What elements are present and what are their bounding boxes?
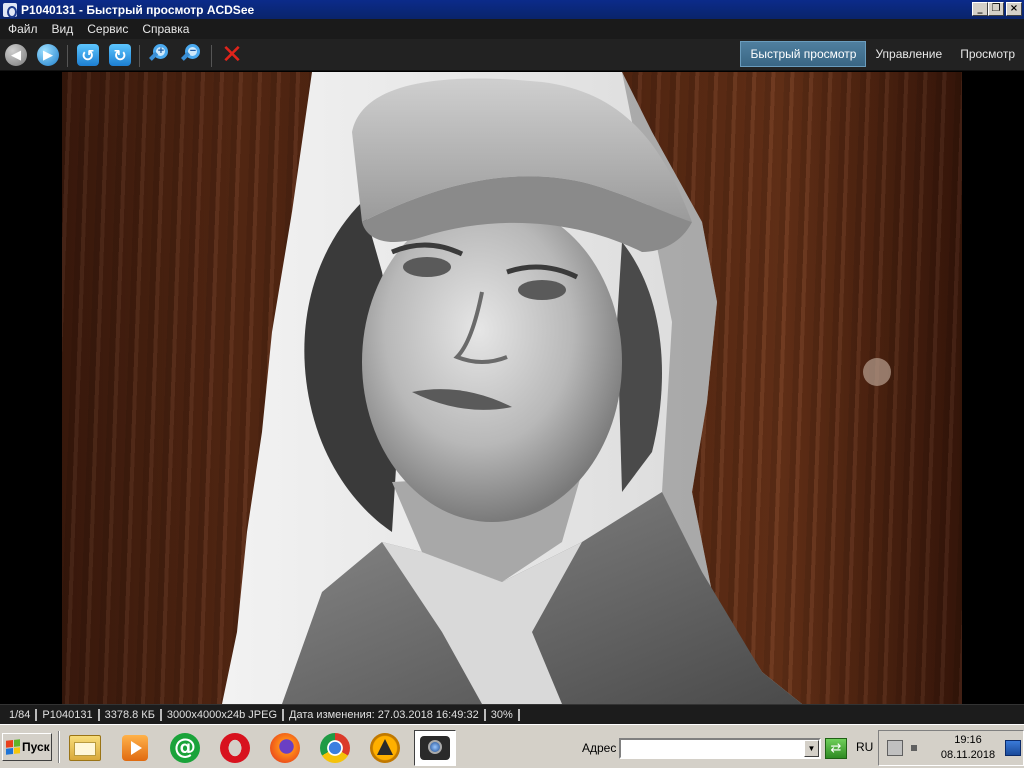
network-icon[interactable] bbox=[887, 740, 903, 756]
window-title: P1040131 - Быстрый просмотр ACDSee bbox=[21, 2, 255, 17]
zoom-in-button[interactable]: + bbox=[147, 43, 171, 67]
menu-bar: Файл Вид Сервис Справка bbox=[0, 19, 1024, 39]
chrome-launcher[interactable] bbox=[314, 730, 356, 766]
zoom-out-button[interactable]: − bbox=[179, 43, 203, 67]
aimp-icon bbox=[370, 733, 400, 763]
display-icon[interactable] bbox=[1005, 740, 1021, 756]
status-bar: 1/84 P1040131 3378.8 КБ 3000x4000x24b JP… bbox=[0, 704, 1024, 724]
window-controls: _ ❐ × bbox=[972, 2, 1022, 16]
maximize-button[interactable]: ❐ bbox=[988, 2, 1004, 16]
taskbar-separator bbox=[58, 731, 60, 763]
status-filesize: 3378.8 КБ bbox=[100, 708, 162, 721]
rotate-right-button[interactable]: ↻ bbox=[108, 43, 132, 67]
opera-icon bbox=[220, 733, 250, 763]
mail-agent-launcher[interactable]: @ bbox=[164, 730, 206, 766]
status-filename: P1040131 bbox=[37, 708, 100, 721]
aimp-launcher[interactable] bbox=[364, 730, 406, 766]
status-zoom: 30% bbox=[486, 708, 520, 721]
title-bar: P1040131 - Быстрый просмотр ACDSee _ ❐ × bbox=[0, 0, 1024, 19]
acdsee-app-icon bbox=[3, 2, 17, 18]
close-button[interactable]: × bbox=[1006, 2, 1022, 16]
toolbar: ◀ ▶ ↺ ↻ + − ✕ Быстрый просмотр Управлени… bbox=[0, 39, 1024, 71]
explorer-icon bbox=[69, 735, 101, 761]
menu-view[interactable]: Вид bbox=[52, 22, 74, 36]
forward-button[interactable]: ▶ bbox=[36, 43, 60, 67]
toolbar-separator bbox=[211, 45, 212, 67]
media-player-icon bbox=[122, 735, 148, 761]
opera-launcher[interactable] bbox=[214, 730, 256, 766]
rotate-right-icon: ↻ bbox=[109, 44, 131, 66]
taskbar: Пуск @ Адрес ▼ ⇄ RU 19:16 08.11.2018 bbox=[0, 724, 1024, 768]
tab-view[interactable]: Просмотр bbox=[951, 41, 1024, 67]
menu-file[interactable]: Файл bbox=[8, 22, 38, 36]
acdsee-taskbar-item[interactable] bbox=[414, 730, 456, 766]
delete-button[interactable]: ✕ bbox=[220, 40, 244, 70]
menu-help[interactable]: Справка bbox=[142, 22, 189, 36]
back-button[interactable]: ◀ bbox=[4, 43, 28, 67]
clock-date: 08.11.2018 bbox=[940, 749, 996, 761]
menu-tools[interactable]: Сервис bbox=[87, 22, 128, 36]
portrait-photo bbox=[222, 72, 891, 704]
zoom-out-icon: − bbox=[179, 43, 203, 67]
toolbar-separator bbox=[139, 45, 140, 67]
clock[interactable]: 19:16 08.11.2018 bbox=[931, 733, 1005, 763]
tab-quick-view[interactable]: Быстрый просмотр bbox=[740, 41, 867, 67]
clock-time: 19:16 bbox=[954, 734, 982, 746]
windows-logo-icon bbox=[6, 739, 20, 755]
firefox-launcher[interactable] bbox=[264, 730, 306, 766]
toolbar-separator bbox=[67, 45, 68, 67]
address-value bbox=[621, 742, 624, 756]
go-button[interactable]: ⇄ bbox=[825, 738, 847, 759]
media-player-launcher[interactable] bbox=[114, 730, 156, 766]
explorer-launcher[interactable] bbox=[64, 730, 106, 766]
acdsee-icon bbox=[420, 736, 450, 760]
delete-icon: ✕ bbox=[221, 40, 243, 70]
start-label: Пуск bbox=[22, 740, 50, 754]
status-dimensions: 3000x4000x24b JPEG bbox=[162, 708, 285, 721]
mail-agent-icon: @ bbox=[170, 733, 200, 763]
rotate-left-icon: ↺ bbox=[77, 44, 99, 66]
address-input[interactable]: ▼ bbox=[619, 738, 821, 759]
minimize-button[interactable]: _ bbox=[972, 2, 988, 16]
status-position: 1/84 bbox=[4, 708, 38, 721]
volume-icon[interactable] bbox=[909, 740, 925, 756]
mode-tabs: Быстрый просмотр Управление Просмотр bbox=[740, 41, 1024, 69]
zoom-in-icon: + bbox=[147, 43, 171, 67]
status-modified: Дата изменения: 27.03.2018 16:49:32 bbox=[284, 708, 486, 721]
firefox-icon bbox=[270, 733, 300, 763]
back-icon: ◀ bbox=[5, 44, 27, 66]
address-dropdown-button[interactable]: ▼ bbox=[804, 740, 819, 757]
tab-manage[interactable]: Управление bbox=[866, 41, 951, 67]
start-button[interactable]: Пуск bbox=[2, 733, 52, 761]
address-label: Адрес bbox=[582, 741, 617, 755]
photo-image bbox=[62, 72, 962, 704]
rotate-left-button[interactable]: ↺ bbox=[76, 43, 100, 67]
system-tray: 19:16 08.11.2018 bbox=[878, 730, 1024, 766]
forward-icon: ▶ bbox=[37, 44, 59, 66]
chrome-icon bbox=[320, 733, 350, 763]
go-icon: ⇄ bbox=[830, 741, 842, 756]
language-indicator[interactable]: RU bbox=[856, 740, 873, 754]
image-viewer[interactable] bbox=[0, 72, 1024, 704]
